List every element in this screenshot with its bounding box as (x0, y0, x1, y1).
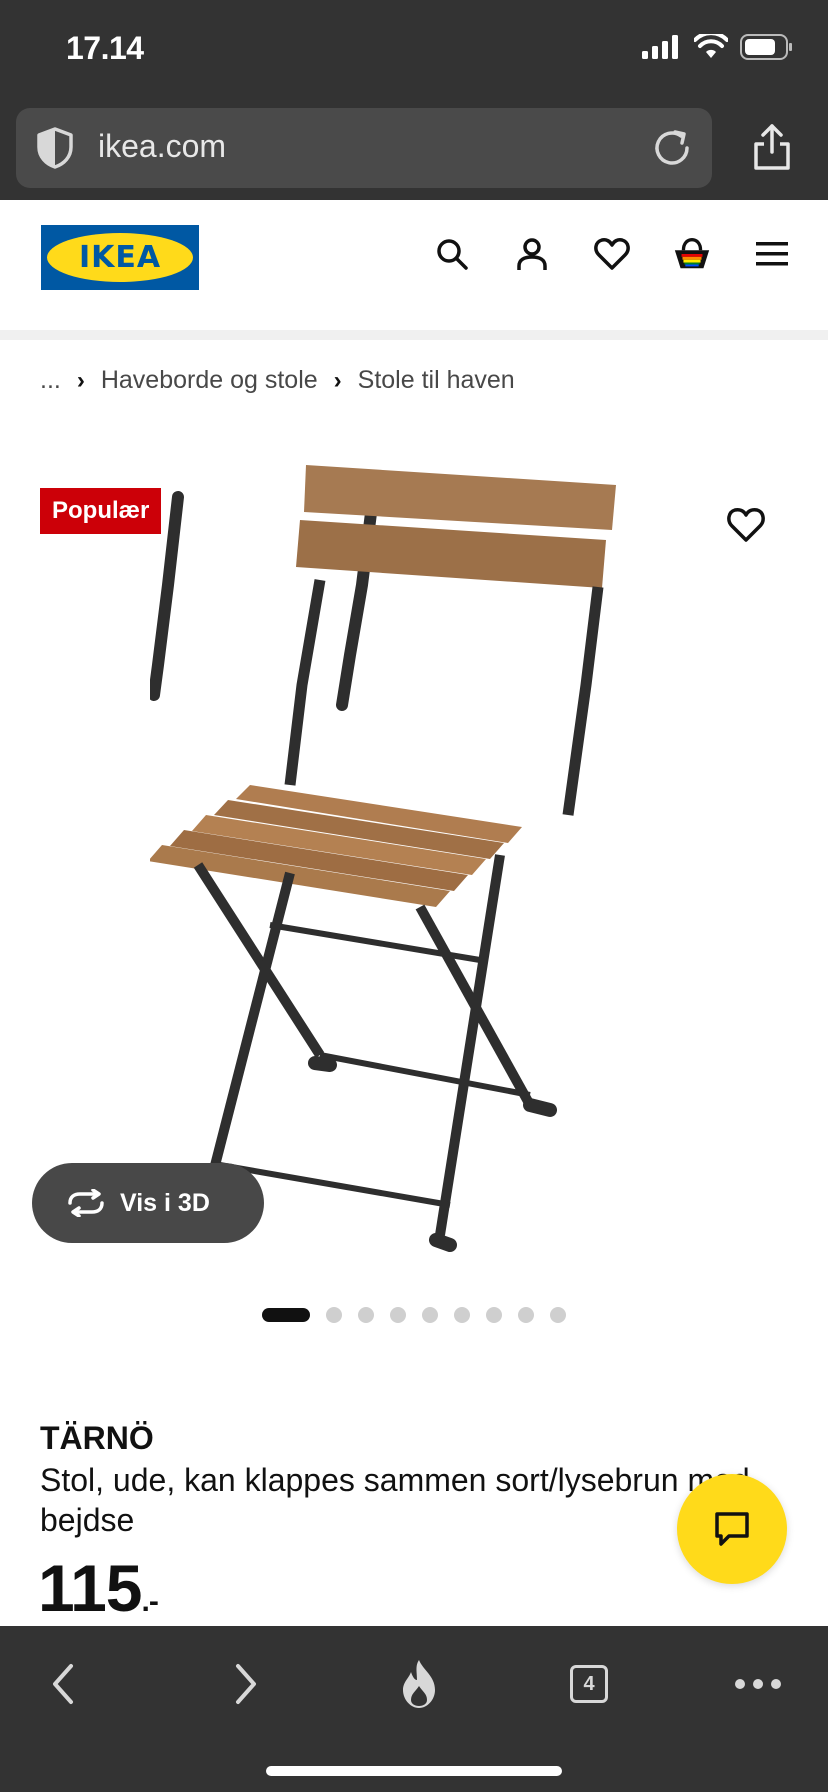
carousel-indicator (262, 1307, 566, 1323)
status-bar: 17.14 (0, 0, 828, 100)
carousel-dot[interactable] (486, 1307, 502, 1323)
carousel-dot[interactable] (454, 1307, 470, 1323)
forward-icon (236, 1664, 256, 1704)
chevron-right-icon: › (333, 366, 342, 394)
site-header: IKEA (0, 200, 828, 330)
tabs-icon: 4 (570, 1665, 608, 1703)
product-name: TÄRNÖ (40, 1420, 154, 1456)
carousel-dot[interactable] (262, 1308, 310, 1322)
rotate-3d-icon (68, 1189, 104, 1217)
home-indicator (266, 1766, 562, 1776)
carousel-dot[interactable] (422, 1307, 438, 1323)
search-icon[interactable] (432, 234, 472, 274)
chat-button[interactable] (677, 1474, 787, 1584)
popular-badge: Populær (40, 488, 162, 534)
share-icon[interactable] (750, 122, 794, 172)
basket-icon[interactable] (672, 234, 712, 274)
forward-button[interactable] (215, 1654, 275, 1714)
back-icon (53, 1664, 73, 1704)
header-icons (432, 234, 792, 274)
heart-icon[interactable] (592, 234, 632, 274)
fire-button[interactable] (389, 1654, 449, 1714)
more-icon (735, 1679, 781, 1689)
carousel-dot[interactable] (326, 1307, 342, 1323)
product-price: 115.- (38, 1550, 159, 1626)
view-in-3d-label: Vis i 3D (120, 1188, 210, 1217)
ikea-logo[interactable]: IKEA (41, 225, 199, 290)
back-button[interactable] (34, 1654, 94, 1714)
more-button[interactable] (728, 1654, 788, 1714)
account-icon[interactable] (512, 234, 552, 274)
reload-icon[interactable] (650, 126, 694, 170)
fire-icon (403, 1660, 435, 1708)
shield-icon (37, 127, 73, 169)
status-icons (642, 34, 794, 60)
view-in-3d-button[interactable]: Vis i 3D (32, 1163, 264, 1243)
url-text: ikea.com (98, 128, 227, 164)
chat-icon (715, 1512, 749, 1546)
carousel-dot[interactable] (358, 1307, 374, 1323)
breadcrumb-item-haveborde[interactable]: Haveborde og stole (101, 366, 318, 395)
chevron-right-icon: › (76, 366, 85, 394)
browser-address-area: ikea.com (0, 100, 828, 200)
favorite-heart-icon[interactable] (726, 506, 766, 544)
url-bar[interactable]: ikea.com (16, 108, 712, 188)
menu-icon[interactable] (752, 234, 792, 274)
status-time: 17.14 (66, 30, 144, 66)
breadcrumb: ... › Haveborde og stole › Stole til hav… (40, 366, 515, 395)
breadcrumb-item-stole[interactable]: Stole til haven (358, 366, 515, 395)
breadcrumb-ellipsis[interactable]: ... (40, 366, 61, 395)
signal-icon (642, 35, 678, 59)
wifi-icon (694, 34, 728, 58)
logo-text: IKEA (78, 240, 162, 275)
battery-icon (740, 34, 792, 60)
price-main: 115 (38, 1551, 142, 1625)
carousel-dot[interactable] (390, 1307, 406, 1323)
carousel-dot[interactable] (518, 1307, 534, 1323)
price-suffix: .- (141, 1585, 158, 1618)
tabs-button[interactable]: 4 (559, 1654, 619, 1714)
product-image (150, 465, 616, 1252)
header-divider (0, 330, 828, 340)
carousel-dot[interactable] (550, 1307, 566, 1323)
